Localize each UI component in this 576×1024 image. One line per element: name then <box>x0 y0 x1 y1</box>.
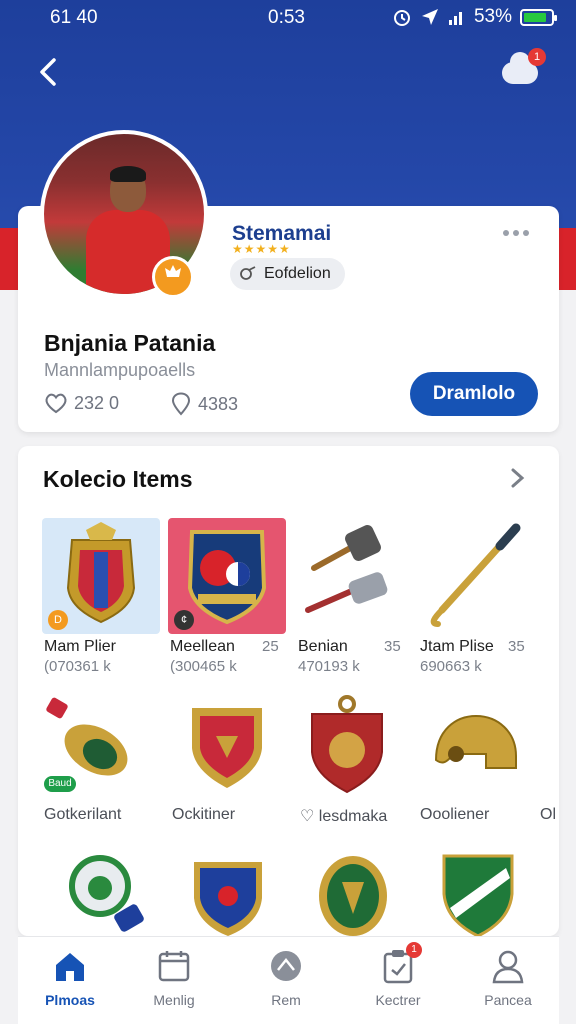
item-name: Meellean <box>170 638 235 655</box>
ball-trophy-icon[interactable] <box>64 852 148 936</box>
chevron-left-icon <box>40 58 56 86</box>
back-button[interactable] <box>36 52 66 92</box>
battery-icon <box>520 8 557 26</box>
nav-item-calendar[interactable]: Menlig <box>124 944 224 1008</box>
item-sub: 690663 k <box>420 658 482 675</box>
likes-stat[interactable]: 232 0 <box>44 392 119 414</box>
nav-item-profile[interactable]: Pancea <box>458 944 558 1008</box>
item-name: Ockitiner <box>172 806 236 823</box>
shield-badge-icon[interactable] <box>186 700 268 792</box>
calendar-icon <box>158 951 190 982</box>
shield-charm-icon[interactable] <box>306 694 388 794</box>
collection-item-thumb[interactable]: D <box>42 518 160 634</box>
likes-count: 232 0 <box>74 392 120 413</box>
item-count: 25 <box>262 638 279 655</box>
signal-icon <box>448 12 462 25</box>
nav-label: Pancea <box>484 992 532 1008</box>
shield-stripe-icon[interactable] <box>440 852 516 936</box>
user-icon <box>492 950 524 984</box>
heart-icon: ♡ <box>300 808 315 825</box>
heart-icon <box>45 393 67 414</box>
status-time: 0:53 <box>268 7 305 28</box>
rating-stars: ★★★★★ <box>232 242 291 256</box>
more-options-button[interactable] <box>502 218 530 244</box>
collection-item-thumb[interactable]: ¢ <box>168 518 286 634</box>
item-name: Jtam Plise <box>420 638 494 655</box>
verified-badge-icon <box>152 256 194 298</box>
primary-action-button[interactable]: Dramlolo <box>410 372 538 416</box>
profile-name: Bnjania Patania <box>44 330 216 356</box>
more-horizontal-icon <box>503 230 529 236</box>
whistle-icon <box>238 264 258 284</box>
collection-item-thumb[interactable] <box>294 518 412 634</box>
item-name: Gotkerilant <box>44 806 122 823</box>
home-icon <box>56 953 84 981</box>
item-name-with-heart: ♡ lesdmaka <box>300 808 388 825</box>
item-name: Ol <box>540 806 556 823</box>
item-tag: Baud <box>44 776 76 792</box>
nav-item-clipboard[interactable]: 1 Kectrer <box>348 942 448 1008</box>
chip-label: Eofdelion <box>264 265 331 282</box>
pin-icon <box>171 392 191 416</box>
wrench-tools-icon <box>305 525 388 613</box>
status-icons: 53% <box>392 6 557 28</box>
collection-see-all-button[interactable] <box>508 464 528 499</box>
coin-badge-icon: ¢ <box>174 610 194 630</box>
nav-label: Rem <box>271 992 301 1008</box>
collection-title: Kolecio Items <box>43 466 193 492</box>
item-count: 35 <box>384 638 401 655</box>
notifications-button[interactable]: 1 <box>500 48 546 90</box>
battery-percent: 53% <box>473 6 512 27</box>
collection-item-thumb[interactable] <box>420 518 538 634</box>
item-sub: (300465 k <box>170 658 237 675</box>
nav-item-home[interactable]: Plmoas <box>20 944 120 1008</box>
status-left: 61 40 <box>50 7 98 28</box>
status-bar: 61 40 0:53 53% <box>0 0 576 36</box>
nav-label: Plmoas <box>45 992 95 1008</box>
item-sub: (070361 k <box>44 658 111 675</box>
shield-badge-icon[interactable] <box>190 856 266 936</box>
profile-handle: Mannlampupoaells <box>44 360 196 380</box>
nav-badge: 1 <box>406 942 422 958</box>
nav-item-ball[interactable]: Rem <box>236 944 336 1008</box>
alarm-icon <box>393 10 410 26</box>
ball-icon <box>271 951 301 981</box>
crest-oval-icon[interactable] <box>316 852 390 936</box>
helmet-icon[interactable] <box>426 706 526 794</box>
item-name: Mam Plier <box>44 638 117 655</box>
chevron-right-icon <box>511 468 525 488</box>
item-sub: 470193 k <box>298 658 360 675</box>
item-name: Benian <box>298 638 348 655</box>
coin-badge-icon: D <box>48 610 68 630</box>
item-count: 35 <box>508 638 525 655</box>
position-chip[interactable]: Eofdelion <box>230 258 345 290</box>
hockey-stick-icon <box>430 523 521 627</box>
favorites-stat[interactable]: 4383 <box>170 392 238 416</box>
item-name: Oooliener <box>420 806 490 823</box>
notification-badge: 1 <box>528 48 546 66</box>
location-icon <box>421 9 438 25</box>
favorites-count: 4383 <box>198 393 239 414</box>
nav-label: Kectrer <box>375 992 421 1008</box>
nav-label: Menlig <box>153 992 195 1008</box>
